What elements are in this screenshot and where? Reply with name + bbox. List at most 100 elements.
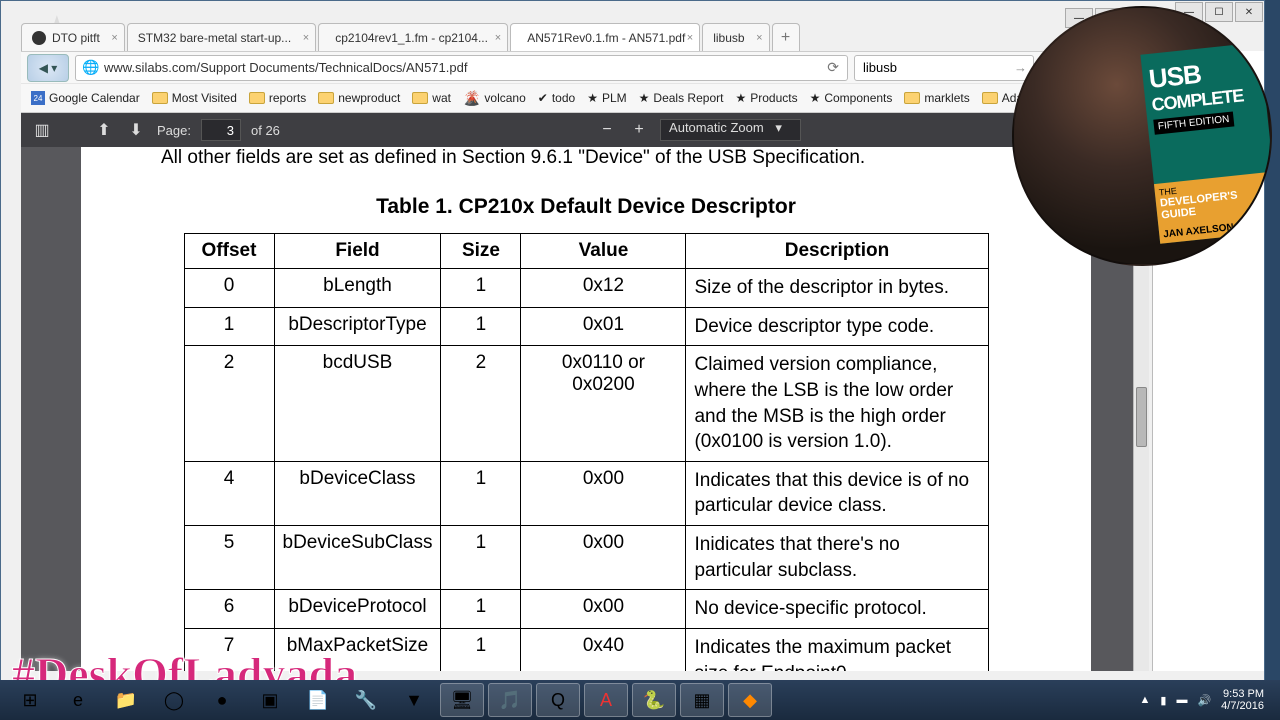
page-label: Page: — [157, 123, 191, 138]
cell-size: 2 — [441, 346, 521, 462]
cell-size: 1 — [441, 461, 521, 525]
bookmark-todo[interactable]: ✔todo — [534, 89, 579, 107]
address-bar[interactable]: 🌐 www.silabs.com/Support Documents/Techn… — [75, 55, 848, 81]
cell-field: bDeviceProtocol — [274, 590, 441, 629]
tab-libusb[interactable]: libusb× — [702, 23, 769, 51]
check-icon: ✔ — [538, 91, 548, 105]
taskbar-app-icon[interactable]: ▣ — [248, 683, 292, 717]
table-row: 1bDescriptorType10x01Device descriptor t… — [184, 307, 988, 346]
page-down-icon[interactable]: ⬇ — [125, 119, 147, 141]
close-icon[interactable]: × — [495, 32, 501, 44]
webcam-overlay: USB COMPLETE FIFTH EDITION THE DEVELOPER… — [1012, 6, 1272, 266]
bookmark-reports[interactable]: reports — [245, 89, 310, 107]
cell-description: Size of the descriptor in bytes. — [686, 269, 988, 308]
taskbar-acrobat-icon[interactable]: A — [584, 683, 628, 717]
taskbar-app-icon[interactable]: ◆ — [728, 683, 772, 717]
tab-cp2104[interactable]: cp2104rev1_1.fm - cp2104...× — [318, 23, 508, 51]
close-icon[interactable]: × — [756, 32, 762, 44]
taskbar-app-icon[interactable]: 🔧 — [344, 683, 388, 717]
cell-size: 1 — [441, 307, 521, 346]
taskbar-ie-icon[interactable]: e — [56, 683, 100, 717]
taskbar-chrome-icon[interactable]: ◯ — [152, 683, 196, 717]
taskbar-app-icon[interactable]: Q — [536, 683, 580, 717]
taskbar-app-icon[interactable]: 📄 — [296, 683, 340, 717]
calendar-icon: 24 — [31, 91, 45, 105]
taskbar-itunes-icon[interactable]: 🎵 — [488, 683, 532, 717]
cell-size: 1 — [441, 526, 521, 590]
tray-volume-icon[interactable]: 🔊 — [1197, 694, 1211, 707]
folder-icon — [318, 92, 334, 104]
close-button[interactable]: ✕ — [1235, 2, 1263, 22]
tab-an571[interactable]: AN571Rev0.1.fm - AN571.pdf× — [510, 23, 700, 51]
cell-offset: 4 — [184, 461, 274, 525]
col-value: Value — [521, 234, 686, 269]
taskbar-python-icon[interactable]: 🐍 — [632, 683, 676, 717]
star-icon: ★ — [587, 91, 598, 105]
zoom-in-icon[interactable]: + — [628, 119, 650, 141]
zoom-select[interactable]: Automatic Zoom ▾ — [660, 119, 801, 141]
pdf-viewer-toolbar: ▥ ⬆ ⬇ Page: of 26 − + Automatic Zoom ▾ ⛶ — [21, 113, 1149, 147]
taskbar-app-icon[interactable]: ▦ — [680, 683, 724, 717]
table-row: 2bcdUSB20x0110 or 0x0200Claimed version … — [184, 346, 988, 462]
search-value: libusb — [863, 60, 897, 75]
bookmark-wat[interactable]: wat — [408, 89, 455, 107]
taskbar-app-icon[interactable]: ● — [200, 683, 244, 717]
zoom-out-icon[interactable]: − — [596, 119, 618, 141]
search-input[interactable]: libusb → — [854, 55, 1034, 81]
reload-icon[interactable]: ⟳ — [827, 59, 839, 76]
cell-value: 0x12 — [521, 269, 686, 308]
bookmark-components[interactable]: ★Components — [806, 89, 897, 107]
page-up-icon[interactable]: ⬆ — [93, 119, 115, 141]
taskbar-clock[interactable]: 9:53 PM 4/7/2016 — [1221, 688, 1264, 712]
cell-value: 0x00 — [521, 590, 686, 629]
tab-label: AN571Rev0.1.fm - AN571.pdf — [527, 31, 685, 45]
windows-taskbar: ⊞ e 📁 ◯ ● ▣ 📄 🔧 ▼ 🖥 🎵 Q A 🐍 ▦ ◆ ▲ ▮ ▬ 🔊 … — [0, 680, 1280, 720]
back-forward-button[interactable]: ◀ ▾ — [27, 54, 69, 82]
cell-offset: 0 — [184, 269, 274, 308]
folder-icon — [982, 92, 998, 104]
close-icon[interactable]: × — [687, 32, 693, 44]
cell-field: bDescriptorType — [274, 307, 441, 346]
cell-offset: 6 — [184, 590, 274, 629]
tray-up-icon[interactable]: ▲ — [1140, 694, 1151, 706]
cell-size: 1 — [441, 269, 521, 308]
table-row: 5bDeviceSubClass10x00Inidicates that the… — [184, 526, 988, 590]
taskbar-explorer-icon[interactable]: 📁 — [104, 683, 148, 717]
github-icon — [32, 31, 46, 45]
cell-size: 1 — [441, 629, 521, 671]
start-button[interactable]: ⊞ — [8, 683, 52, 717]
close-icon[interactable]: × — [111, 32, 117, 44]
bookmark-plm[interactable]: ★PLM — [583, 89, 630, 107]
cell-field: bDeviceClass — [274, 461, 441, 525]
bookmark-newproduct[interactable]: newproduct — [314, 89, 404, 107]
new-tab-button[interactable]: + — [772, 23, 800, 51]
bookmark-google-calendar[interactable]: 24Google Calendar — [27, 89, 144, 107]
bookmark-deals-report[interactable]: ★Deals Report — [635, 89, 728, 107]
table-row: 6bDeviceProtocol10x00No device-specific … — [184, 590, 988, 629]
taskbar-app-icon[interactable]: 🖥 — [440, 683, 484, 717]
page-number-input[interactable] — [201, 119, 241, 141]
col-offset: Offset — [184, 234, 274, 269]
search-go-icon[interactable]: → — [1014, 60, 1027, 75]
maximize-button[interactable]: ☐ — [1205, 2, 1233, 22]
taskbar-app-icon[interactable]: ▼ — [392, 683, 436, 717]
tab-stm32[interactable]: STM32 bare-metal start-up...× — [127, 23, 316, 51]
scrollbar-thumb[interactable] — [1136, 387, 1147, 447]
sidebar-toggle-icon[interactable]: ▥ — [31, 119, 53, 141]
book-edition: FIFTH EDITION — [1153, 111, 1234, 134]
bookmark-volcano[interactable]: 🌋volcano — [459, 88, 530, 109]
tray-icon[interactable]: ▮ — [1160, 694, 1166, 707]
bookmark-marklets[interactable]: marklets — [900, 89, 973, 107]
tray-network-icon[interactable]: ▬ — [1176, 694, 1187, 706]
bookmark-products[interactable]: ★Products — [731, 89, 801, 107]
cell-offset: 5 — [184, 526, 274, 590]
folder-icon — [152, 92, 168, 104]
cell-field: bDeviceSubClass — [274, 526, 441, 590]
close-icon[interactable]: × — [303, 32, 309, 44]
bookmark-most-visited[interactable]: Most Visited — [148, 89, 241, 107]
tab-dto-pitft[interactable]: DTO pitft× — [21, 23, 125, 51]
folder-icon — [904, 92, 920, 104]
pdf-viewport[interactable]: All other fields are set as defined in S… — [21, 147, 1149, 671]
star-icon: ★ — [810, 91, 821, 105]
table-title: Table 1. CP210x Default Device Descripto… — [161, 195, 1011, 219]
